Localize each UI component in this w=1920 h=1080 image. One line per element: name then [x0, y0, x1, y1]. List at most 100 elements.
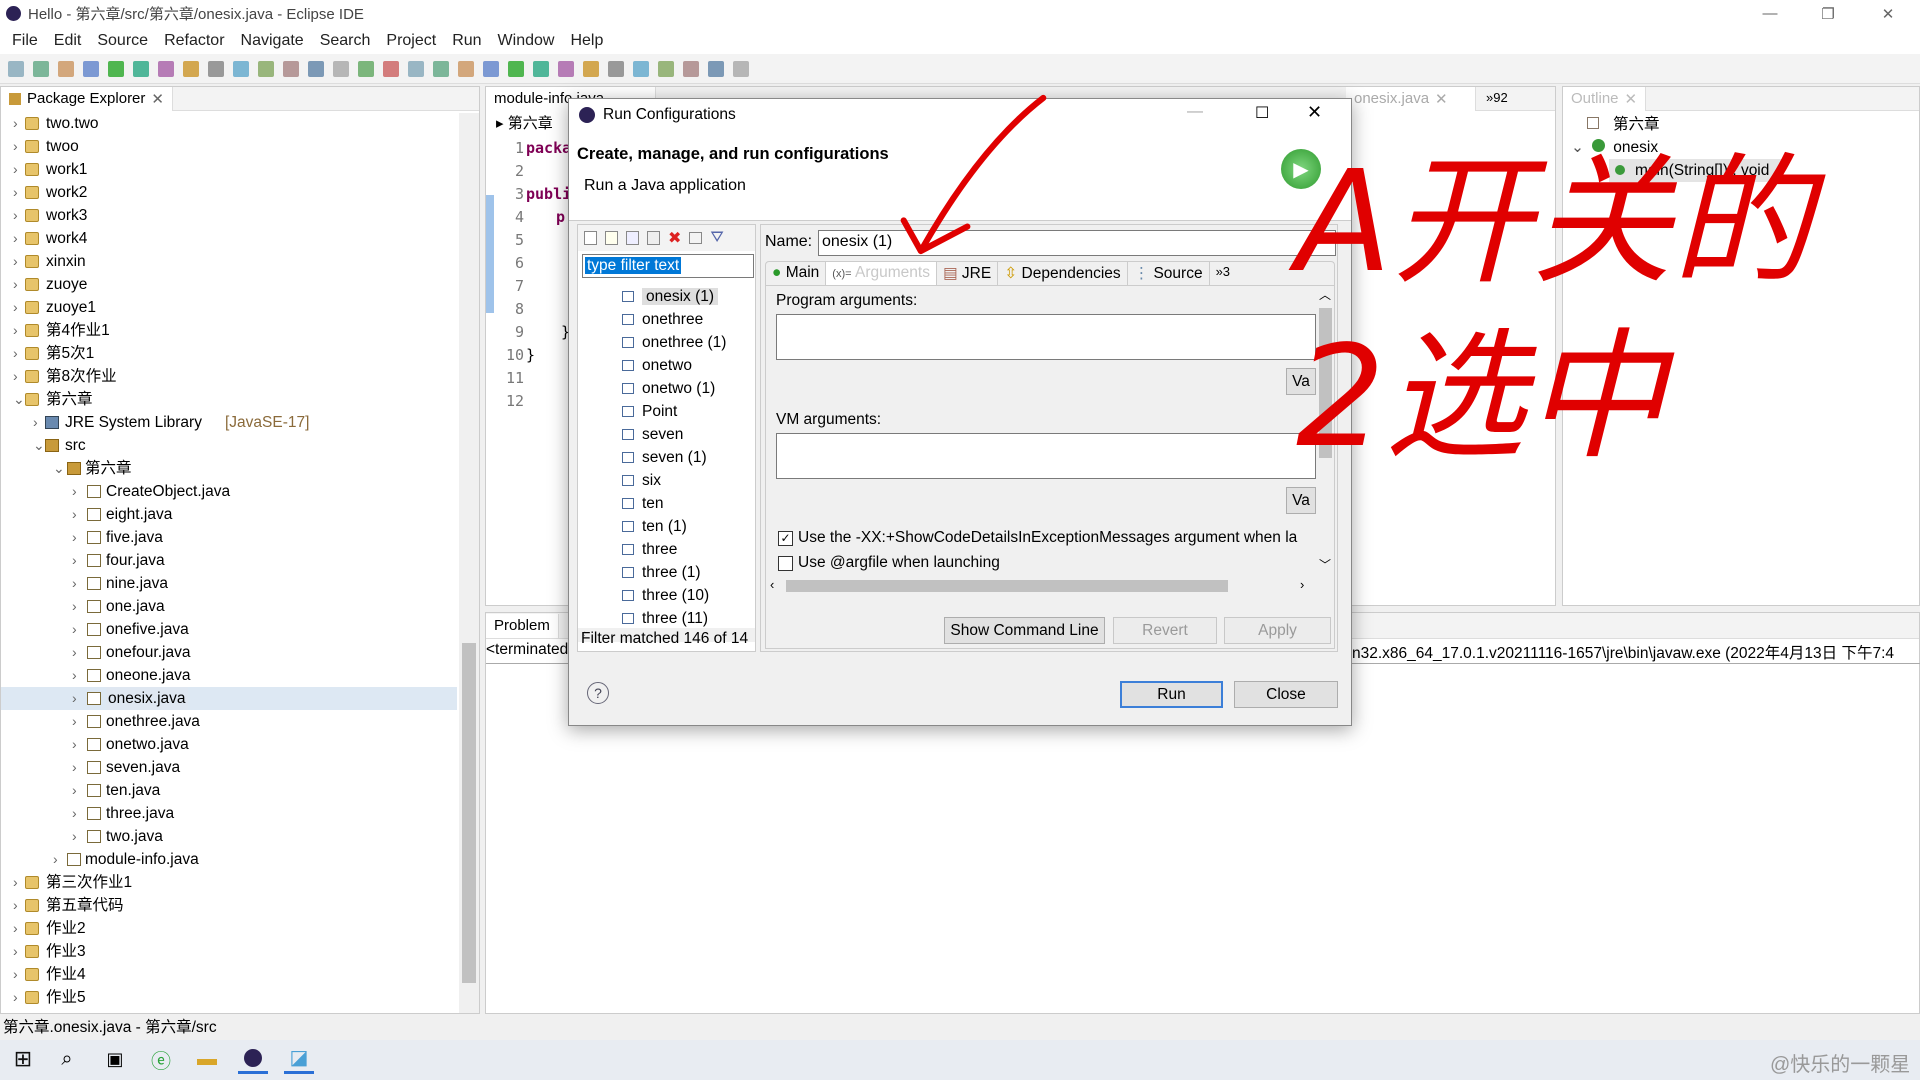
tree-item[interactable]: › 第三次作业1	[1, 871, 457, 894]
close-button[interactable]: Close	[1234, 681, 1338, 708]
config-list-item[interactable]: seven (1)	[622, 446, 707, 469]
config-list-item[interactable]: three (10)	[622, 584, 709, 607]
browser-icon[interactable]: ⓔ	[146, 1044, 176, 1074]
chevron-right-icon[interactable]: ›	[72, 526, 77, 549]
windows-start-icon[interactable]: ⊞	[8, 1044, 38, 1074]
menu-navigate[interactable]: Navigate	[233, 32, 312, 50]
menu-refactor[interactable]: Refactor	[156, 32, 232, 50]
tree-item[interactable]: › four.java	[1, 549, 457, 572]
tree-item[interactable]: › work4	[1, 227, 457, 250]
config-list-item[interactable]: six	[622, 469, 661, 492]
chevron-right-icon[interactable]: ›	[13, 112, 18, 135]
tree-item[interactable]: › work2	[1, 181, 457, 204]
chevron-right-icon[interactable]: ›	[13, 273, 18, 296]
package-explorer-tab[interactable]: Package Explorer ✕	[1, 86, 173, 111]
menu-run[interactable]: Run	[444, 32, 489, 50]
toolbar-button-icon[interactable]	[583, 60, 599, 77]
config-list-item[interactable]: onethree (1)	[622, 331, 726, 354]
tree-item[interactable]: › 第8次作业	[1, 365, 457, 388]
tree-item[interactable]: › twoo	[1, 135, 457, 158]
camera-icon[interactable]: ▣	[100, 1044, 130, 1074]
new-prototype-icon[interactable]	[605, 231, 618, 245]
restore-button[interactable]: ❐	[1800, 0, 1856, 27]
apply-button[interactable]: Apply	[1224, 617, 1331, 644]
chevron-right-icon[interactable]: ›	[72, 480, 77, 503]
tree-item[interactable]: › onethree.java	[1, 710, 457, 733]
chevron-right-icon[interactable]: ›	[72, 618, 77, 641]
chevron-right-icon[interactable]: ›	[33, 411, 38, 434]
tree-item[interactable]: › CreateObject.java	[1, 480, 457, 503]
tree-item[interactable]: › onefive.java	[1, 618, 457, 641]
delete-icon[interactable]: ✖	[668, 228, 681, 248]
tree-item[interactable]: › zuoye1	[1, 296, 457, 319]
tab-overflow[interactable]: »92	[1486, 90, 1508, 105]
toolbar-button-icon[interactable]	[733, 60, 749, 77]
chevron-right-icon[interactable]: ›	[53, 848, 58, 871]
chevron-right-icon[interactable]: ›	[72, 503, 77, 526]
scroll-left-arrow[interactable]: ‹	[770, 577, 774, 592]
chevron-right-icon[interactable]: ›	[72, 779, 77, 802]
tree-item[interactable]: › ten.java	[1, 779, 457, 802]
eclipse-taskbar-icon[interactable]	[238, 1044, 268, 1074]
config-list-item[interactable]: Point	[622, 400, 677, 423]
toolbar-button-icon[interactable]	[408, 60, 424, 77]
tree-item[interactable]: › eight.java	[1, 503, 457, 526]
tree-item[interactable]: › 作业3	[1, 940, 457, 963]
chevron-right-icon[interactable]: ›	[72, 802, 77, 825]
tree-item[interactable]: ⌄ 第六章	[1, 457, 457, 480]
toolbar-button-icon[interactable]	[258, 60, 274, 77]
toolbar-button-icon[interactable]	[508, 60, 524, 77]
scrollbar-thumb[interactable]	[462, 643, 476, 983]
dialog-maximize-button[interactable]: ☐	[1255, 103, 1269, 123]
show-code-details-checkbox[interactable]: ✓	[778, 531, 793, 546]
collapse-all-icon[interactable]	[689, 232, 703, 244]
package-explorer-scrollbar[interactable]	[459, 113, 479, 1013]
scroll-down-arrow[interactable]: ﹀	[1319, 556, 1331, 573]
tree-item[interactable]: › oneone.java	[1, 664, 457, 687]
tab-source[interactable]: ⋮ Source	[1128, 262, 1210, 285]
menu-help[interactable]: Help	[562, 32, 611, 50]
chevron-right-icon[interactable]: ›	[13, 204, 18, 227]
chevron-right-icon[interactable]: ›	[13, 986, 18, 1009]
chevron-right-icon[interactable]: ›	[13, 963, 18, 986]
chevron-down-icon[interactable]: ⌄	[1571, 139, 1588, 156]
tree-item[interactable]: › seven.java	[1, 756, 457, 779]
toolbar-button-icon[interactable]	[533, 60, 549, 77]
menu-edit[interactable]: Edit	[46, 32, 90, 50]
tab-main[interactable]: ● Main	[766, 262, 827, 285]
toolbar-button-icon[interactable]	[108, 60, 124, 77]
chevron-right-icon[interactable]: ›	[13, 894, 18, 917]
program-arguments-input[interactable]	[776, 314, 1316, 360]
tree-item[interactable]: ⌄ src	[1, 434, 457, 457]
chevron-right-icon[interactable]: ›	[13, 365, 18, 388]
scrollbar-thumb[interactable]	[786, 580, 1228, 592]
tree-item[interactable]: › 第4作业1	[1, 319, 457, 342]
filter-input[interactable]: type filter text	[582, 254, 754, 278]
toolbar-button-icon[interactable]	[308, 60, 324, 77]
tree-item[interactable]: › onefour.java	[1, 641, 457, 664]
tree-item[interactable]: › five.java	[1, 526, 457, 549]
show-command-line-button[interactable]: Show Command Line	[944, 617, 1105, 644]
content-hscrollbar[interactable]: ‹ ›	[766, 576, 1316, 596]
file-explorer-icon[interactable]: ▬	[192, 1044, 222, 1074]
toolbar-button-icon[interactable]	[633, 60, 649, 77]
toolbar-button-icon[interactable]	[8, 60, 24, 77]
toolbar-button-icon[interactable]	[158, 60, 174, 77]
tree-item[interactable]: › nine.java	[1, 572, 457, 595]
menu-window[interactable]: Window	[490, 32, 563, 50]
close-icon[interactable]: ✕	[151, 90, 164, 108]
config-list-item[interactable]: three (1)	[622, 561, 701, 584]
filter-icon[interactable]: ⛛	[710, 229, 723, 247]
chevron-right-icon[interactable]: ›	[72, 641, 77, 664]
tree-item[interactable]: › work1	[1, 158, 457, 181]
toolbar-button-icon[interactable]	[133, 60, 149, 77]
vm-variables-button[interactable]: Va	[1286, 487, 1316, 514]
toolbar-button-icon[interactable]	[608, 60, 624, 77]
help-button[interactable]: ?	[587, 682, 609, 704]
chevron-right-icon[interactable]: ›	[72, 664, 77, 687]
vm-arguments-input[interactable]	[776, 433, 1316, 479]
chevron-right-icon[interactable]: ›	[13, 871, 18, 894]
toolbar-button-icon[interactable]	[708, 60, 724, 77]
minimize-button[interactable]: —	[1742, 0, 1798, 27]
tree-item[interactable]: › 第五章代码	[1, 894, 457, 917]
